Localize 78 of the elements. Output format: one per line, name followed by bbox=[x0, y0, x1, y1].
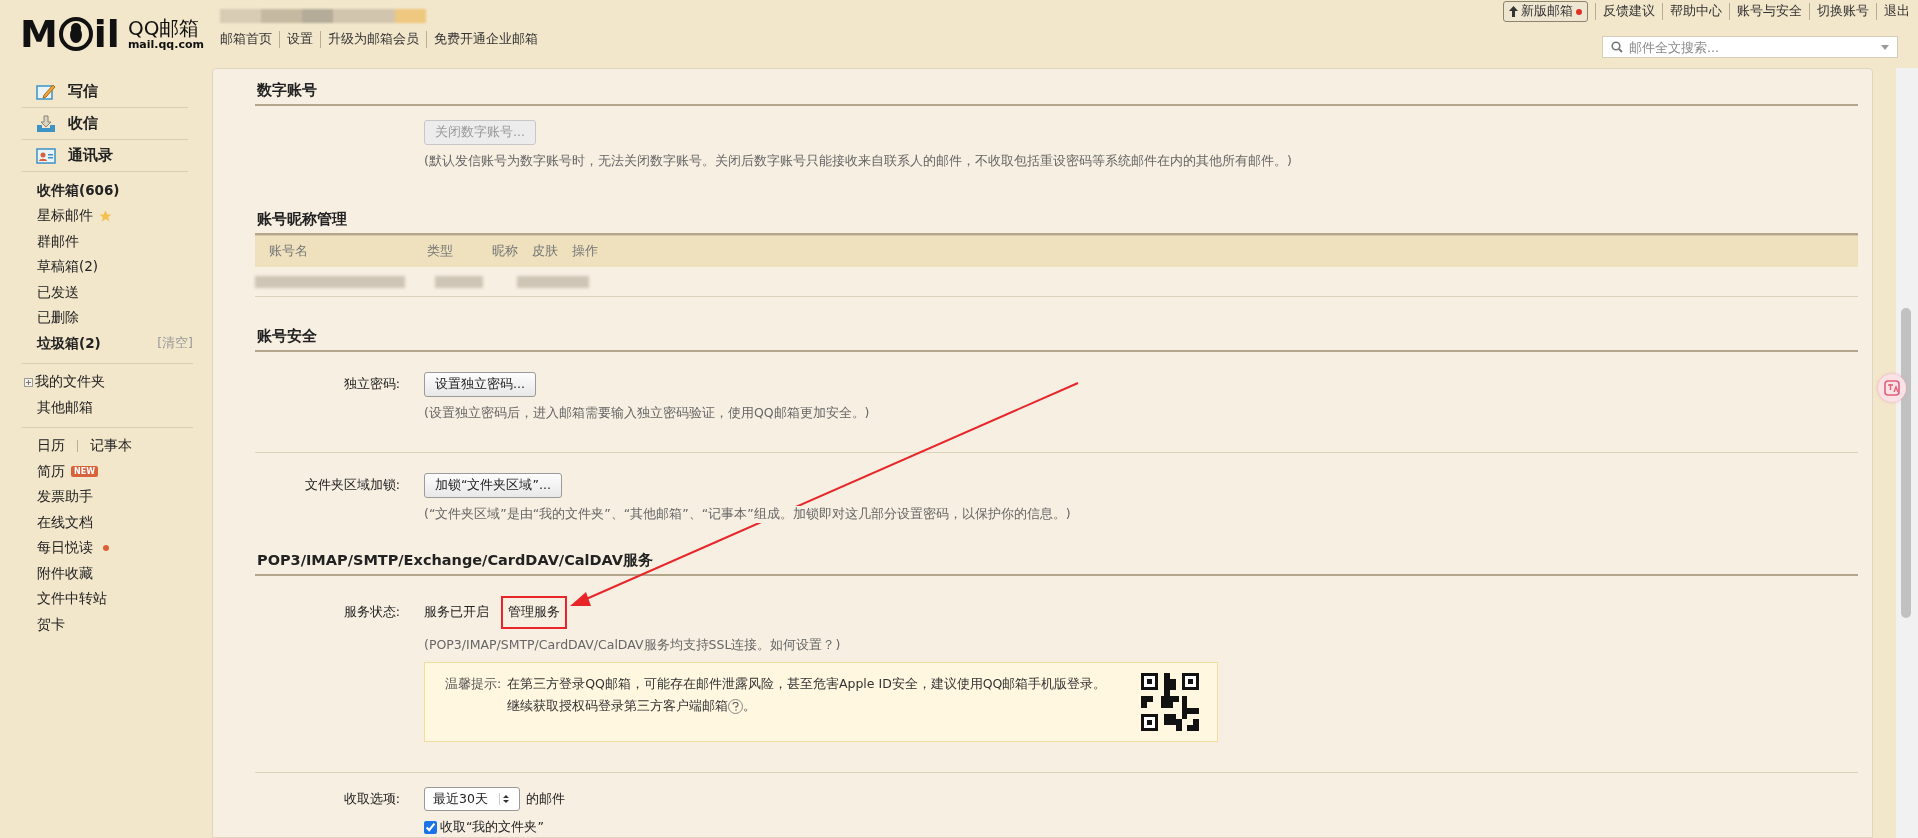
field-suffix: 的邮件 bbox=[526, 790, 565, 808]
contact-card-icon bbox=[36, 147, 56, 164]
logo-domain: mail.qq.com bbox=[127, 38, 204, 52]
up-arrow-icon bbox=[1509, 6, 1518, 17]
new-version-button[interactable]: 新版邮箱 bbox=[1503, 1, 1588, 22]
tool-item[interactable]: 文件中转站 bbox=[22, 586, 193, 612]
top-link[interactable]: 退出 bbox=[1876, 3, 1910, 20]
section-title: POP3/IMAP/SMTP/Exchange/CardDAV/CalDAV服务 bbox=[255, 543, 1858, 576]
sidebar-action[interactable]: 通讯录 bbox=[22, 140, 188, 172]
note-text: (默认发信账号为数字账号时，无法关闭数字账号。关闭后数字账号只能接收来自联系人的邮件，不收取包括重设密码等系统邮件在内的其他所有邮件。) bbox=[424, 153, 1292, 170]
field-label: 文件夹区域加锁: bbox=[303, 477, 400, 494]
scrollbar[interactable] bbox=[1896, 68, 1918, 838]
tip-text: 继续获取授权码登录第三方客户端邮箱 bbox=[507, 698, 729, 713]
folder-tree-item[interactable]: 我的文件夹 bbox=[22, 369, 193, 395]
section-title: 账号安全 bbox=[255, 319, 1858, 352]
status-text: 服务已开启 bbox=[424, 604, 489, 621]
translate-icon[interactable] bbox=[1878, 374, 1906, 402]
column-header: 皮肤 bbox=[532, 243, 559, 260]
notes-link[interactable]: 记事本 bbox=[90, 437, 132, 456]
tip-label: 温馨提示: bbox=[445, 675, 502, 693]
tool-item[interactable]: 每日悦读 bbox=[22, 535, 193, 561]
star-icon bbox=[99, 209, 112, 223]
redacted-placeholder bbox=[517, 275, 589, 288]
redacted-placeholder bbox=[435, 275, 483, 288]
nav-link[interactable]: 邮箱首页 bbox=[219, 31, 272, 48]
folder-item[interactable]: 收件箱(606) bbox=[22, 178, 193, 204]
tool-item[interactable]: 简历 NEW bbox=[22, 459, 193, 485]
manage-service-link[interactable]: 管理服务 bbox=[508, 604, 560, 619]
settings-button[interactable]: 设置独立密码... bbox=[424, 372, 536, 397]
nav-link[interactable]: 设置 bbox=[278, 31, 313, 48]
note-text: (设置独立密码后，进入邮箱需要输入独立密码验证，使用QQ邮箱更加安全。) bbox=[424, 405, 870, 422]
folder-item[interactable]: 已发送 bbox=[22, 280, 193, 306]
top-link[interactable]: 账号与安全 bbox=[1729, 3, 1802, 20]
note-text: (“文件夹区域”是由“我的文件夹”、“其他邮箱”、“记事本”组成。加锁即对这几部分设置密码，以保护你的信息。) bbox=[424, 506, 1071, 523]
field-label: 服务状态: bbox=[342, 604, 400, 621]
tip-text: 在第三方登录QQ邮箱，可能存在邮件泄露风险，甚至危害Apple ID安全，建议使用QQ邮箱手机版登录。 bbox=[507, 675, 1108, 693]
top-link[interactable]: 切换账号 bbox=[1809, 3, 1869, 20]
fetch-folders-checkbox[interactable]: 收取“我的文件夹” bbox=[424, 819, 1858, 836]
section-title: 数字账号 bbox=[255, 73, 1858, 106]
column-header: 类型 bbox=[427, 243, 454, 260]
top-link[interactable]: 反馈建议 bbox=[1595, 3, 1655, 20]
column-header: 账号名 bbox=[269, 243, 309, 260]
sidebar-action[interactable]: 收信 bbox=[22, 108, 188, 140]
search-field[interactable]: 邮件全文搜索... bbox=[1602, 36, 1898, 58]
qr-code-icon bbox=[1141, 673, 1199, 731]
field-label: 收取选项: bbox=[342, 790, 400, 808]
search-icon bbox=[1611, 41, 1623, 53]
column-header: 操作 bbox=[572, 243, 599, 260]
new-badge: NEW bbox=[71, 466, 98, 478]
column-header: 昵称 bbox=[492, 243, 519, 260]
tool-item[interactable]: 附件收藏 bbox=[22, 561, 193, 587]
calendar-link[interactable]: 日历 bbox=[37, 437, 65, 456]
inbox-tray-icon bbox=[36, 114, 56, 133]
folder-item[interactable]: 星标邮件 bbox=[22, 203, 193, 229]
period-select[interactable]: 最近30天 bbox=[424, 787, 520, 811]
logo: M il bbox=[20, 14, 120, 54]
tip-text: 。 bbox=[743, 698, 757, 713]
tool-item[interactable]: 发票助手 bbox=[22, 484, 193, 510]
top-link[interactable]: 帮助中心 bbox=[1662, 3, 1722, 20]
logo-name: QQ邮箱 bbox=[127, 16, 201, 39]
expand-icon[interactable] bbox=[24, 377, 33, 387]
checkbox[interactable] bbox=[424, 821, 437, 834]
folder-item[interactable]: 草稿箱(2) bbox=[22, 254, 193, 280]
tool-item[interactable]: 贺卡 bbox=[22, 612, 193, 638]
nav-link[interactable]: 升级为邮箱会员 bbox=[319, 31, 419, 48]
field-label: 独立密码: bbox=[342, 376, 400, 393]
sidebar-action[interactable]: 写信 bbox=[22, 76, 188, 108]
settings-button[interactable]: 加锁“文件夹区域”... bbox=[424, 473, 562, 498]
tool-item[interactable]: 在线文档 bbox=[22, 510, 193, 536]
search-input[interactable]: 邮件全文搜索... bbox=[1627, 38, 1877, 56]
pencil-paper-icon bbox=[36, 82, 56, 101]
dropdown-caret-icon bbox=[1881, 44, 1889, 50]
folder-item[interactable]: 群邮件 bbox=[22, 229, 193, 255]
folder-item[interactable]: 垃圾箱(2) [清空] bbox=[22, 331, 193, 357]
folder-item[interactable]: 其他邮箱 bbox=[22, 395, 193, 421]
note-text: (POP3/IMAP/SMTP/CardDAV/CalDAV服务均支持SSL连接。如何设置？) bbox=[424, 637, 841, 654]
folder-item[interactable]: 已删除 bbox=[22, 305, 193, 331]
nav-link[interactable]: 免费开通企业邮箱 bbox=[425, 31, 538, 48]
